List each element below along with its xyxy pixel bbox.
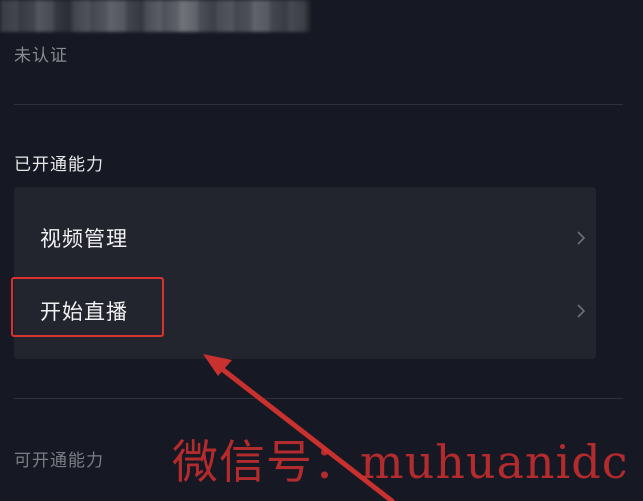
video-management-label: 视频管理: [40, 227, 128, 251]
divider: [14, 104, 623, 105]
settings-page: 未认证 已开通能力 视频管理 开始直播 可开通能力 微信号：muhuanidc: [0, 0, 643, 501]
available-abilities-title: 可开通能力: [14, 451, 104, 471]
watermark: 微信号：muhuanidc: [172, 435, 629, 489]
chevron-right-icon: [577, 304, 586, 318]
highlight-box: [11, 277, 164, 337]
video-management-item[interactable]: 视频管理: [14, 203, 596, 273]
enabled-abilities-title: 已开通能力: [14, 155, 104, 175]
verification-status: 未认证: [14, 46, 68, 66]
chevron-right-icon: [577, 231, 586, 245]
blurred-account-name: [0, 0, 310, 32]
divider: [14, 398, 623, 399]
